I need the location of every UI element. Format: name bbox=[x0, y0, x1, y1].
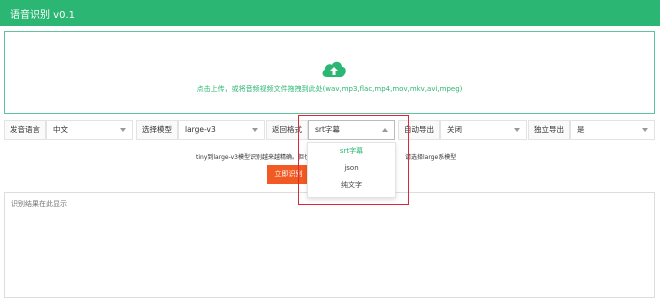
options-row: 发音语言 中文 选择模型 large-v3 返回格式 srt字幕 自动导出 关闭… bbox=[0, 120, 660, 140]
model-value: large-v3 bbox=[185, 125, 216, 134]
cloud-upload-icon bbox=[322, 61, 346, 77]
chevron-up-icon bbox=[382, 128, 388, 132]
auto-export-value: 关闭 bbox=[447, 125, 462, 134]
language-select[interactable]: 中文 bbox=[46, 120, 133, 140]
app-title: 语音识别 v0.1 bbox=[10, 10, 75, 21]
chevron-down-icon bbox=[514, 128, 520, 132]
upload-hint: 点击上传，或将音频视频文件拖拽到此处(wav,mp3,flac,mp4,mov,… bbox=[196, 85, 463, 93]
chevron-down-icon bbox=[252, 128, 258, 132]
language-value: 中文 bbox=[53, 125, 68, 134]
format-option-text[interactable]: 纯文字 bbox=[308, 177, 395, 194]
upload-dropzone[interactable]: 点击上传，或将音频视频文件拖拽到此处(wav,mp3,flac,mp4,mov,… bbox=[4, 31, 655, 114]
format-value: srt字幕 bbox=[315, 125, 340, 134]
separate-export-select[interactable]: 是 bbox=[570, 120, 655, 140]
separate-export-value: 是 bbox=[577, 125, 585, 134]
auto-export-label: 自动导出 bbox=[398, 120, 440, 140]
model-tip-left: tiny到large-v3模型识别越来越精确。但也更 bbox=[196, 154, 316, 161]
format-select[interactable]: srt字幕 bbox=[308, 120, 395, 140]
result-textarea[interactable] bbox=[4, 192, 655, 298]
model-select[interactable]: large-v3 bbox=[178, 120, 265, 140]
chevron-down-icon bbox=[120, 128, 126, 132]
format-option-srt[interactable]: srt字幕 bbox=[308, 143, 395, 160]
format-dropdown-menu: srt字幕 json 纯文字 bbox=[307, 142, 396, 198]
format-option-json[interactable]: json bbox=[308, 160, 395, 177]
language-label: 发音语言 bbox=[4, 120, 46, 140]
model-tip-right: 请选择large系模型 bbox=[405, 154, 457, 161]
auto-export-select[interactable]: 关闭 bbox=[440, 120, 527, 140]
separate-export-label: 独立导出 bbox=[528, 120, 570, 140]
title-bar: 语音识别 v0.1 bbox=[0, 0, 660, 26]
start-recognition-button[interactable]: 立即识别（ bbox=[267, 165, 311, 184]
chevron-down-icon bbox=[642, 128, 648, 132]
format-label: 返回格式 bbox=[266, 120, 308, 140]
model-label: 选择模型 bbox=[136, 120, 178, 140]
